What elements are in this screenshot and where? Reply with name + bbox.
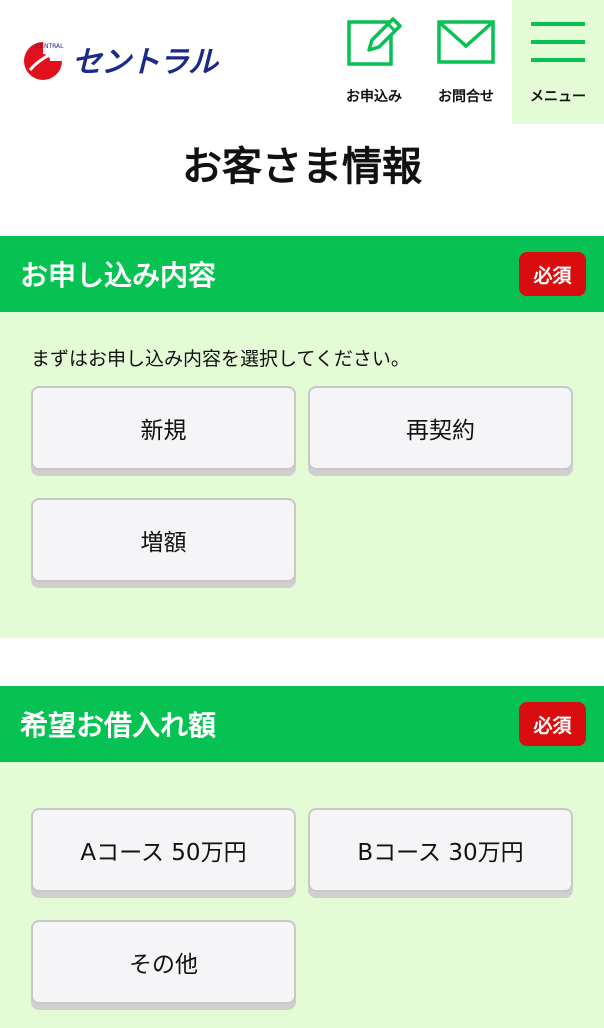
option-increase-button[interactable]: 増額: [31, 498, 296, 582]
option-group: Aコース 50万円 Bコース 30万円 その他: [31, 808, 573, 1004]
option-course-b-button[interactable]: Bコース 30万円: [308, 808, 573, 892]
section-body-loan-amount: Aコース 50万円 Bコース 30万円 その他: [0, 762, 604, 1028]
section-description: まずはお申し込み内容を選択してください。: [31, 348, 410, 370]
contact-button[interactable]: お問合せ: [426, 0, 506, 124]
option-recontract-button[interactable]: 再契約: [308, 386, 573, 470]
menu-label: メニュー: [530, 89, 586, 105]
option-group: 新規 再契約 増額: [31, 386, 573, 582]
required-badge: 必須: [519, 252, 586, 296]
edit-icon: [347, 17, 402, 66]
mail-icon: [437, 20, 495, 64]
section-title: お申し込み内容: [20, 259, 217, 292]
page-title: お客さま情報: [182, 144, 422, 190]
central-logo-icon: CENTRAL: [24, 42, 64, 80]
section-header-loan-amount: 希望お借入れ額 必須: [0, 686, 604, 762]
option-new-button[interactable]: 新規: [31, 386, 296, 470]
logo[interactable]: CENTRAL セントラル: [20, 36, 218, 82]
section-title: 希望お借入れ額: [20, 709, 217, 742]
logo-text: セントラル: [72, 45, 218, 80]
hamburger-icon: [531, 22, 585, 62]
menu-button[interactable]: メニュー: [512, 0, 604, 124]
section-body-application-type: まずはお申し込み内容を選択してください。 新規 再契約 増額: [0, 312, 604, 638]
option-course-a-button[interactable]: Aコース 50万円: [31, 808, 296, 892]
site-header: CENTRAL セントラル お申込み お問合せ メニュー: [0, 0, 604, 124]
option-other-button[interactable]: その他: [31, 920, 296, 1004]
section-spacer: [0, 638, 604, 686]
apply-label: お申込み: [346, 89, 402, 105]
required-badge: 必須: [519, 702, 586, 746]
svg-text:CENTRAL: CENTRAL: [36, 43, 64, 50]
section-header-application-type: お申し込み内容 必須: [0, 236, 604, 312]
contact-label: お問合せ: [438, 89, 494, 105]
apply-button[interactable]: お申込み: [334, 0, 414, 124]
